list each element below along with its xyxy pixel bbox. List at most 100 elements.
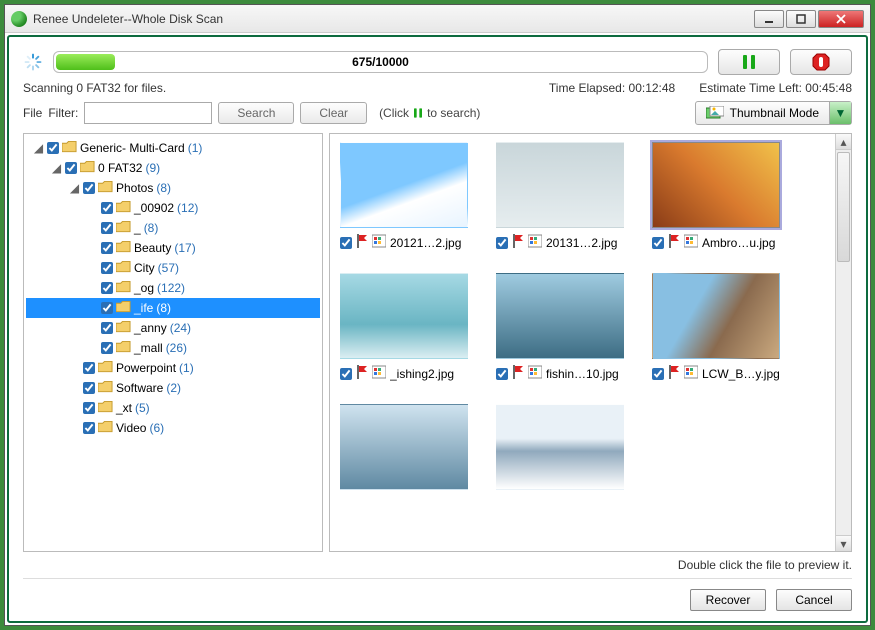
thumbnail-image xyxy=(496,142,624,228)
folder-icon xyxy=(116,221,131,236)
tree-checkbox[interactable] xyxy=(101,322,113,334)
tree-item-xt[interactable]: _xt (5) xyxy=(26,398,320,418)
thumbnail-icon xyxy=(706,106,724,120)
folder-icon xyxy=(98,381,113,396)
tree-item-beauty[interactable]: Beauty (17) xyxy=(26,238,320,258)
file-checkbox[interactable] xyxy=(652,237,664,249)
tree-checkbox[interactable] xyxy=(101,302,113,314)
thumbnail-image xyxy=(652,142,780,228)
file-checkbox[interactable] xyxy=(340,368,352,380)
tree-label: _anny xyxy=(134,321,167,335)
tree-item-0fat32[interactable]: ◢ 0 FAT32 (9) xyxy=(26,158,320,178)
close-button[interactable] xyxy=(818,10,864,28)
tree-item-00902[interactable]: _00902 (12) xyxy=(26,198,320,218)
tree-label: Photos xyxy=(116,181,153,195)
tree-label: City xyxy=(134,261,155,275)
tree-count: (6) xyxy=(149,421,164,435)
tree-checkbox[interactable] xyxy=(101,342,113,354)
tree-item-[interactable]: _ (8) xyxy=(26,218,320,238)
folder-icon xyxy=(116,321,131,336)
folder-icon xyxy=(116,341,131,356)
file-thumbnail[interactable]: 20131…2.jpg xyxy=(496,142,624,251)
file-thumbnail[interactable]: 20121…2.jpg xyxy=(340,142,468,251)
tree-label: 0 FAT32 xyxy=(98,161,142,175)
filter-input[interactable] xyxy=(84,102,212,124)
file-checkbox[interactable] xyxy=(652,368,664,380)
tree-checkbox[interactable] xyxy=(101,242,113,254)
files-grid: 20121…2.jpg 20131…2.jpg Ambro…u.jpg _ishing… xyxy=(330,134,835,498)
tree-label: Video xyxy=(116,421,146,435)
tree-checkbox[interactable] xyxy=(83,362,95,374)
picture-icon xyxy=(372,234,386,251)
files-scroll[interactable]: 20121…2.jpg 20131…2.jpg Ambro…u.jpg _ishing… xyxy=(330,134,835,551)
scroll-up-arrow[interactable]: ▴ xyxy=(836,134,851,150)
tree-checkbox[interactable] xyxy=(101,282,113,294)
file-thumbnail[interactable]: fishin…10.jpg xyxy=(496,273,624,382)
collapse-icon[interactable]: ◢ xyxy=(69,183,80,194)
tree-checkbox[interactable] xyxy=(101,202,113,214)
folder-tree[interactable]: ◢Generic- Multi-Card (1)◢0 FAT32 (9)◢Pho… xyxy=(23,133,323,552)
tree-label: Software xyxy=(116,381,163,395)
scroll-down-arrow[interactable]: ▾ xyxy=(836,535,851,551)
tree-checkbox[interactable] xyxy=(101,262,113,274)
tree-item-genericmulticard[interactable]: ◢Generic- Multi-Card (1) xyxy=(26,138,320,158)
flag-icon xyxy=(512,365,524,382)
tree-item-og[interactable]: _og (122) xyxy=(26,278,320,298)
progress-row: 675/10000 xyxy=(23,49,852,75)
tree-item-city[interactable]: City (57) xyxy=(26,258,320,278)
status-row: Scanning 0 FAT32 for files. Time Elapsed… xyxy=(23,81,852,95)
file-name: Ambro…u.jpg xyxy=(702,236,780,250)
tree-checkbox[interactable] xyxy=(83,182,95,194)
scroll-thumb[interactable] xyxy=(837,152,850,262)
collapse-icon[interactable]: ◢ xyxy=(51,163,62,174)
tree-checkbox[interactable] xyxy=(101,222,113,234)
file-thumbnail[interactable]: Ambro…u.jpg xyxy=(652,142,780,251)
tree-item-video[interactable]: Video (6) xyxy=(26,418,320,438)
file-checkbox[interactable] xyxy=(496,237,508,249)
time-elapsed-value: 00:12:48 xyxy=(629,81,676,95)
clear-button[interactable]: Clear xyxy=(300,102,367,124)
time-left-value: 00:45:48 xyxy=(805,81,852,95)
file-thumbnail[interactable] xyxy=(496,404,624,490)
flag-icon xyxy=(356,365,368,382)
folder-icon xyxy=(98,361,113,376)
minimize-button[interactable] xyxy=(754,10,784,28)
recover-button[interactable]: Recover xyxy=(690,589,766,611)
view-mode-selector[interactable]: Thumbnail Mode ▼ xyxy=(695,101,852,125)
tree-label: Generic- Multi-Card xyxy=(80,141,185,155)
file-thumbnail[interactable] xyxy=(340,404,468,490)
tree-label: _ xyxy=(134,221,141,235)
tree-checkbox[interactable] xyxy=(83,382,95,394)
file-name: _ishing2.jpg xyxy=(390,367,468,381)
file-thumbnail[interactable]: _ishing2.jpg xyxy=(340,273,468,382)
search-button[interactable]: Search xyxy=(218,102,294,124)
stop-button[interactable] xyxy=(790,49,852,75)
time-left-label: Estimate Time Left: xyxy=(699,81,802,95)
thumbnail-image xyxy=(652,273,780,359)
tree-label: _00902 xyxy=(134,201,174,215)
tree-checkbox[interactable] xyxy=(83,402,95,414)
tree-checkbox[interactable] xyxy=(83,422,95,434)
file-checkbox[interactable] xyxy=(496,368,508,380)
tree-item-mall[interactable]: _mall (26) xyxy=(26,338,320,358)
file-checkbox[interactable] xyxy=(340,237,352,249)
tree-item-powerpoint[interactable]: Powerpoint (1) xyxy=(26,358,320,378)
cancel-button[interactable]: Cancel xyxy=(776,589,852,611)
view-mode-dropdown[interactable]: ▼ xyxy=(829,102,851,124)
tree-checkbox[interactable] xyxy=(47,142,59,154)
tree-item-anny[interactable]: _anny (24) xyxy=(26,318,320,338)
flag-icon xyxy=(668,365,680,382)
tree-checkbox[interactable] xyxy=(65,162,77,174)
picture-icon xyxy=(684,234,698,251)
tree-item-photos[interactable]: ◢Photos (8) xyxy=(26,178,320,198)
pause-button[interactable] xyxy=(718,49,780,75)
tree-item-software[interactable]: Software (2) xyxy=(26,378,320,398)
vertical-scrollbar[interactable]: ▴ ▾ xyxy=(835,134,851,551)
file-thumbnail[interactable]: LCW_B…y.jpg xyxy=(652,273,780,382)
tree-item-ife[interactable]: _ife (8) xyxy=(26,298,320,318)
collapse-icon[interactable]: ◢ xyxy=(33,143,44,154)
window-controls xyxy=(754,10,864,28)
folder-icon xyxy=(116,241,131,256)
tree-count: (9) xyxy=(145,161,160,175)
maximize-button[interactable] xyxy=(786,10,816,28)
